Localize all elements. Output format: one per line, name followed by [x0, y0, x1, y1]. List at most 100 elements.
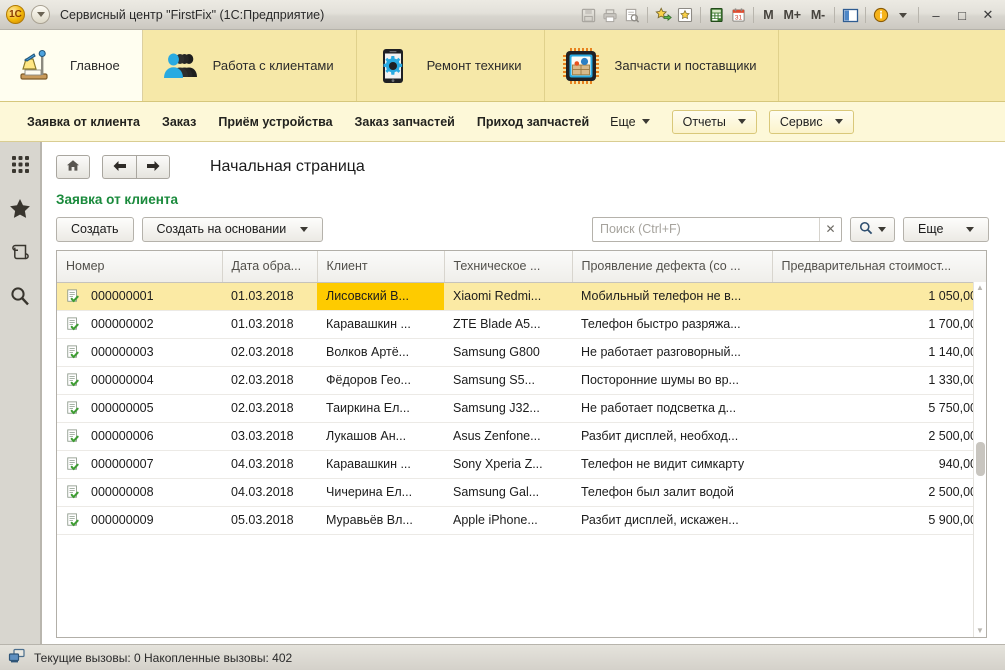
cell-defect[interactable]: Не работает подсветка д...	[572, 394, 772, 423]
memory-button-m[interactable]: M	[758, 8, 778, 22]
cell-device[interactable]: Samsung G800	[444, 338, 572, 367]
calendar-icon[interactable]: 31	[727, 4, 749, 26]
cell-defect[interactable]: Телефон был залит водой	[572, 478, 772, 507]
cell-date[interactable]: 01.03.2018	[222, 310, 317, 339]
table-row[interactable]: 000000006 03.03.2018 Лукашов Ан... Asus Zen…	[57, 422, 986, 451]
scroll-down-icon[interactable]: ▼	[976, 627, 984, 635]
column-header-data[interactable]: Дата обра...	[222, 251, 318, 283]
cell-defect[interactable]: Мобильный телефон не в...	[572, 282, 772, 311]
print-icon[interactable]	[599, 4, 621, 26]
cell-client[interactable]: Лукашов Ан...	[317, 422, 444, 451]
command-zayavka-ot-klienta[interactable]: Заявка от клиента	[16, 115, 151, 129]
command-priem-ustroystva[interactable]: Приём устройства	[207, 115, 343, 129]
command-prihod-zapchastey[interactable]: Приход запчастей	[466, 115, 600, 129]
cell-date[interactable]: 02.03.2018	[222, 338, 317, 367]
cell-date[interactable]: 05.03.2018	[222, 506, 317, 535]
cell-cost[interactable]: 1 050,00	[772, 282, 986, 311]
back-button[interactable]	[102, 155, 136, 179]
cell-cost[interactable]: 5 750,00	[772, 394, 986, 423]
cell-device[interactable]: Sony Xperia Z...	[444, 450, 572, 479]
cell-cost[interactable]: 1 330,00	[772, 366, 986, 395]
cell-defect[interactable]: Посторонние шумы во вр...	[572, 366, 772, 395]
print-preview-icon[interactable]	[621, 4, 643, 26]
cell-date[interactable]: 02.03.2018	[222, 366, 317, 395]
memory-button-m-plus[interactable]: M+	[779, 8, 806, 22]
reports-button[interactable]: Отчеты	[671, 109, 757, 134]
table-row[interactable]: 000000004 02.03.2018 Фёдоров Гео... Samsung…	[57, 366, 986, 395]
cell-client[interactable]: Муравьёв Вл...	[317, 506, 444, 535]
cell-cost[interactable]: 2 500,00	[772, 478, 986, 507]
home-button[interactable]	[56, 155, 90, 179]
1c-logo-icon[interactable]: 1C	[6, 5, 25, 24]
search-box[interactable]: ✕	[592, 216, 842, 242]
table-row[interactable]: 000000005 02.03.2018 Таиркина Ел... Samsung…	[57, 394, 986, 423]
cell-number[interactable]: 000000002	[57, 310, 222, 339]
scrollbar-thumb[interactable]	[976, 442, 985, 476]
cell-defect[interactable]: Разбит дисплей, искажен...	[572, 506, 772, 535]
cell-number[interactable]: 000000001	[57, 282, 222, 311]
search-icon[interactable]	[5, 282, 35, 310]
cell-client[interactable]: Фёдоров Гео...	[317, 366, 444, 395]
scroll-up-icon[interactable]: ▲	[976, 284, 984, 292]
cell-device[interactable]: Samsung S5...	[444, 366, 572, 395]
add-favorite-icon[interactable]	[652, 4, 674, 26]
column-header-stoimost[interactable]: Предварительная стоимост...	[772, 251, 986, 283]
table-row[interactable]: 000000002 01.03.2018 Каравашкин ... ZTE Bla…	[57, 310, 986, 339]
cell-cost[interactable]: 1 140,00	[772, 338, 986, 367]
section-zapchasti-i-postavshchiki[interactable]: Запчасти и поставщики	[545, 30, 780, 101]
cell-cost[interactable]: 940,00	[772, 450, 986, 479]
cell-date[interactable]: 04.03.2018	[222, 450, 317, 479]
minimize-button[interactable]: –	[923, 4, 949, 26]
calculator-icon[interactable]	[705, 4, 727, 26]
cell-number[interactable]: 000000006	[57, 422, 222, 451]
save-icon[interactable]	[577, 4, 599, 26]
cell-device[interactable]: Asus Zenfone...	[444, 422, 572, 451]
favorites-star-icon[interactable]	[5, 194, 35, 222]
main-menu-button[interactable]	[31, 5, 50, 24]
favorites-icon[interactable]	[674, 4, 696, 26]
command-zakaz-zapchastey[interactable]: Заказ запчастей	[344, 115, 466, 129]
column-header-nomer[interactable]: Номер	[57, 251, 223, 283]
cell-device[interactable]: Samsung Gal...	[444, 478, 572, 507]
column-header-tehnicheskoe[interactable]: Техническое ...	[444, 251, 573, 283]
cell-defect[interactable]: Не работает разговорный...	[572, 338, 772, 367]
vertical-scrollbar[interactable]: ▲ ▼	[973, 282, 986, 637]
cell-device[interactable]: ZTE Blade A5...	[444, 310, 572, 339]
column-header-proyavlenie-defekta[interactable]: Проявление дефекта (со ...	[572, 251, 773, 283]
cell-client[interactable]: Чичерина Ел...	[317, 478, 444, 507]
memory-button-m-minus[interactable]: M-	[806, 8, 830, 22]
cell-number[interactable]: 000000008	[57, 478, 222, 507]
create-based-on-button[interactable]: Создать на основании	[141, 216, 324, 242]
table-row[interactable]: 000000003 02.03.2018 Волков Артё... Samsung…	[57, 338, 986, 367]
section-glavnoe[interactable]: Главное	[0, 30, 143, 101]
cell-cost[interactable]: 5 900,00	[772, 506, 986, 535]
cell-defect[interactable]: Телефон не видит симкарту	[572, 450, 772, 479]
cell-cost[interactable]: 1 700,00	[772, 310, 986, 339]
search-input[interactable]	[593, 217, 819, 241]
table-row[interactable]: 000000009 05.03.2018 Муравьёв Вл... Apple i…	[57, 506, 986, 535]
cell-defect[interactable]: Телефон быстро разряжа...	[572, 310, 772, 339]
search-options-button[interactable]	[850, 216, 895, 242]
section-remont-tehniki[interactable]: Ремонт техники	[357, 30, 545, 101]
cell-device[interactable]: Xiaomi Redmi...	[444, 282, 572, 311]
table-row[interactable]: 000000001 01.03.2018 Лисовский В... Xiaomi …	[57, 282, 986, 311]
create-button[interactable]: Создать	[56, 216, 134, 242]
info-dropdown-button[interactable]	[892, 4, 914, 26]
close-icon[interactable]: ✕	[819, 217, 841, 241]
maximize-button[interactable]: □	[949, 4, 975, 26]
cell-number[interactable]: 000000004	[57, 366, 222, 395]
cell-client[interactable]: Каравашкин ...	[317, 450, 444, 479]
table-row[interactable]: 000000007 04.03.2018 Каравашкин ... Sony Xp…	[57, 450, 986, 479]
cell-cost[interactable]: 2 500,00	[772, 422, 986, 451]
info-icon[interactable]	[870, 4, 892, 26]
column-header-klient[interactable]: Клиент	[317, 251, 445, 283]
table-row[interactable]: 000000008 04.03.2018 Чичерина Ел... Samsung…	[57, 478, 986, 507]
more-button[interactable]: Еще	[903, 216, 989, 242]
cell-date[interactable]: 04.03.2018	[222, 478, 317, 507]
cell-date[interactable]: 01.03.2018	[222, 282, 317, 311]
close-button[interactable]: ✕	[975, 4, 1001, 26]
cell-number[interactable]: 000000007	[57, 450, 222, 479]
cell-date[interactable]: 03.03.2018	[222, 422, 317, 451]
command-zakaz[interactable]: Заказ	[151, 115, 207, 129]
cell-client[interactable]: Волков Артё...	[317, 338, 444, 367]
